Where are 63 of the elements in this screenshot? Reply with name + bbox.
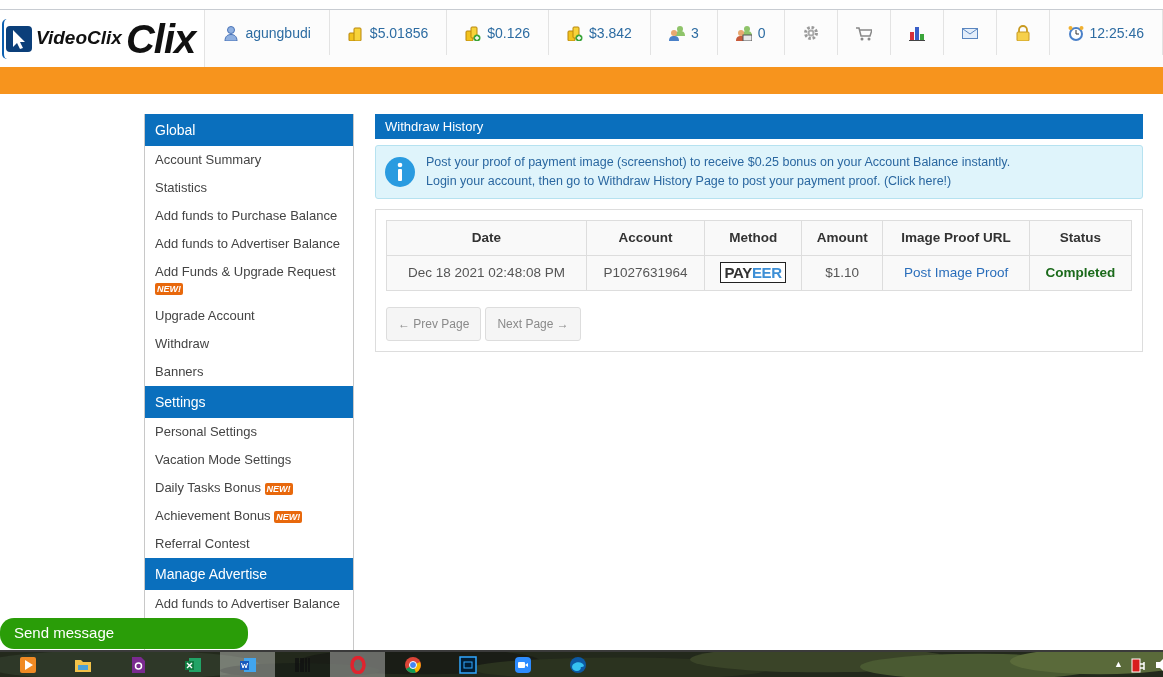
send-message-button[interactable]: Send message xyxy=(0,618,248,649)
column-header: Date xyxy=(386,220,587,256)
table-cell: $1.10 xyxy=(801,255,883,291)
sidebar-item[interactable]: Add funds to Advertiser Balance xyxy=(145,230,353,258)
sidebar-item[interactable]: Statistics xyxy=(145,174,353,202)
cursor-icon xyxy=(6,25,32,52)
wave-icon xyxy=(568,655,587,674)
sidebar-item[interactable]: Add Funds & Upgrade Request NEW! xyxy=(145,258,353,302)
header-stat[interactable]: 12:25:46 xyxy=(1089,25,1144,40)
users-card-icon xyxy=(735,24,752,41)
framed-square-icon xyxy=(458,655,477,674)
sidebar-item[interactable]: Vacation Mode Settings xyxy=(145,446,353,474)
sidebar-section-title: Settings xyxy=(145,386,353,418)
ring-icon xyxy=(348,655,367,674)
column-header: Account xyxy=(586,220,705,256)
column-header: Status xyxy=(1029,220,1132,256)
alert-text: Post your proof of payment image (screenshot) to receive $0.25 bonus on your Account Balance instantly. xyxy=(426,154,1011,171)
sidebar-item[interactable]: Banners xyxy=(145,358,353,386)
sidebar-item[interactable]: Account Summary xyxy=(145,146,353,174)
table-cell: P1027631964 xyxy=(586,255,705,291)
column-header: Method xyxy=(704,220,802,256)
header-stat[interactable]: $5.01856 xyxy=(369,25,429,40)
bar-chart-icon xyxy=(908,24,925,41)
sidebar-item[interactable]: Add funds to Purchase Balance xyxy=(145,202,353,230)
header-stat[interactable]: 3 xyxy=(690,25,699,40)
info-icon xyxy=(384,156,416,188)
logo[interactable]: VideoClix xyxy=(2,18,126,59)
sidebar-item[interactable]: Daily Tasks Bonus NEW! xyxy=(145,474,353,502)
payment-method-logo: PAYEER xyxy=(720,261,786,283)
new-badge: NEW! xyxy=(155,282,183,295)
tray-caret[interactable]: ▲ xyxy=(1114,657,1123,672)
header-stat[interactable]: 0 xyxy=(757,25,766,40)
panel-title: Withdraw History xyxy=(375,114,1143,139)
sidebar-item[interactable]: Personal Settings xyxy=(145,418,353,446)
sidebar-section-title: Manage Advertise xyxy=(145,558,353,590)
new-badge: NEW! xyxy=(264,482,293,495)
lock-icon xyxy=(1014,24,1031,41)
users-icon xyxy=(668,24,685,41)
sidebar-item[interactable]: Add funds to Advertiser Balance xyxy=(145,590,353,618)
cart-icon xyxy=(855,24,872,41)
sidebar-item[interactable]: Withdraw xyxy=(145,330,353,358)
header-stat[interactable]: $0.126 xyxy=(487,25,531,40)
sidebar-item[interactable]: Upgrade Account xyxy=(145,302,353,330)
header-stat[interactable]: $3.842 xyxy=(589,25,632,40)
coins-icon xyxy=(347,24,364,41)
new-badge: NEW! xyxy=(274,510,303,523)
alarm-clock-icon xyxy=(1067,24,1084,41)
status-text: Completed xyxy=(1045,264,1116,280)
header-stat[interactable]: agungbudi xyxy=(245,25,311,40)
sidebar-item[interactable]: Achievement Bonus NEW! xyxy=(145,502,353,530)
logo-wordmark: Clix xyxy=(125,18,196,59)
coins-plus-icon xyxy=(465,24,482,41)
settings-icon xyxy=(802,24,819,41)
table-cell: Dec 18 2021 02:48:08 PM xyxy=(386,255,587,291)
column-header: Image Proof URL xyxy=(882,220,1030,256)
sidebar-item[interactable]: Referral Contest xyxy=(145,530,353,558)
coins-plus-icon xyxy=(567,24,584,41)
column-header: Amount xyxy=(801,220,883,256)
user-icon xyxy=(223,24,240,41)
sidebar-section-title: Global xyxy=(145,114,353,146)
alert-link[interactable]: Login your account, then go to Withdraw History Page to post your payment proof. (Click here!) xyxy=(426,172,1011,191)
battery-plug-icon xyxy=(1131,655,1147,674)
browser-icon xyxy=(403,655,422,674)
